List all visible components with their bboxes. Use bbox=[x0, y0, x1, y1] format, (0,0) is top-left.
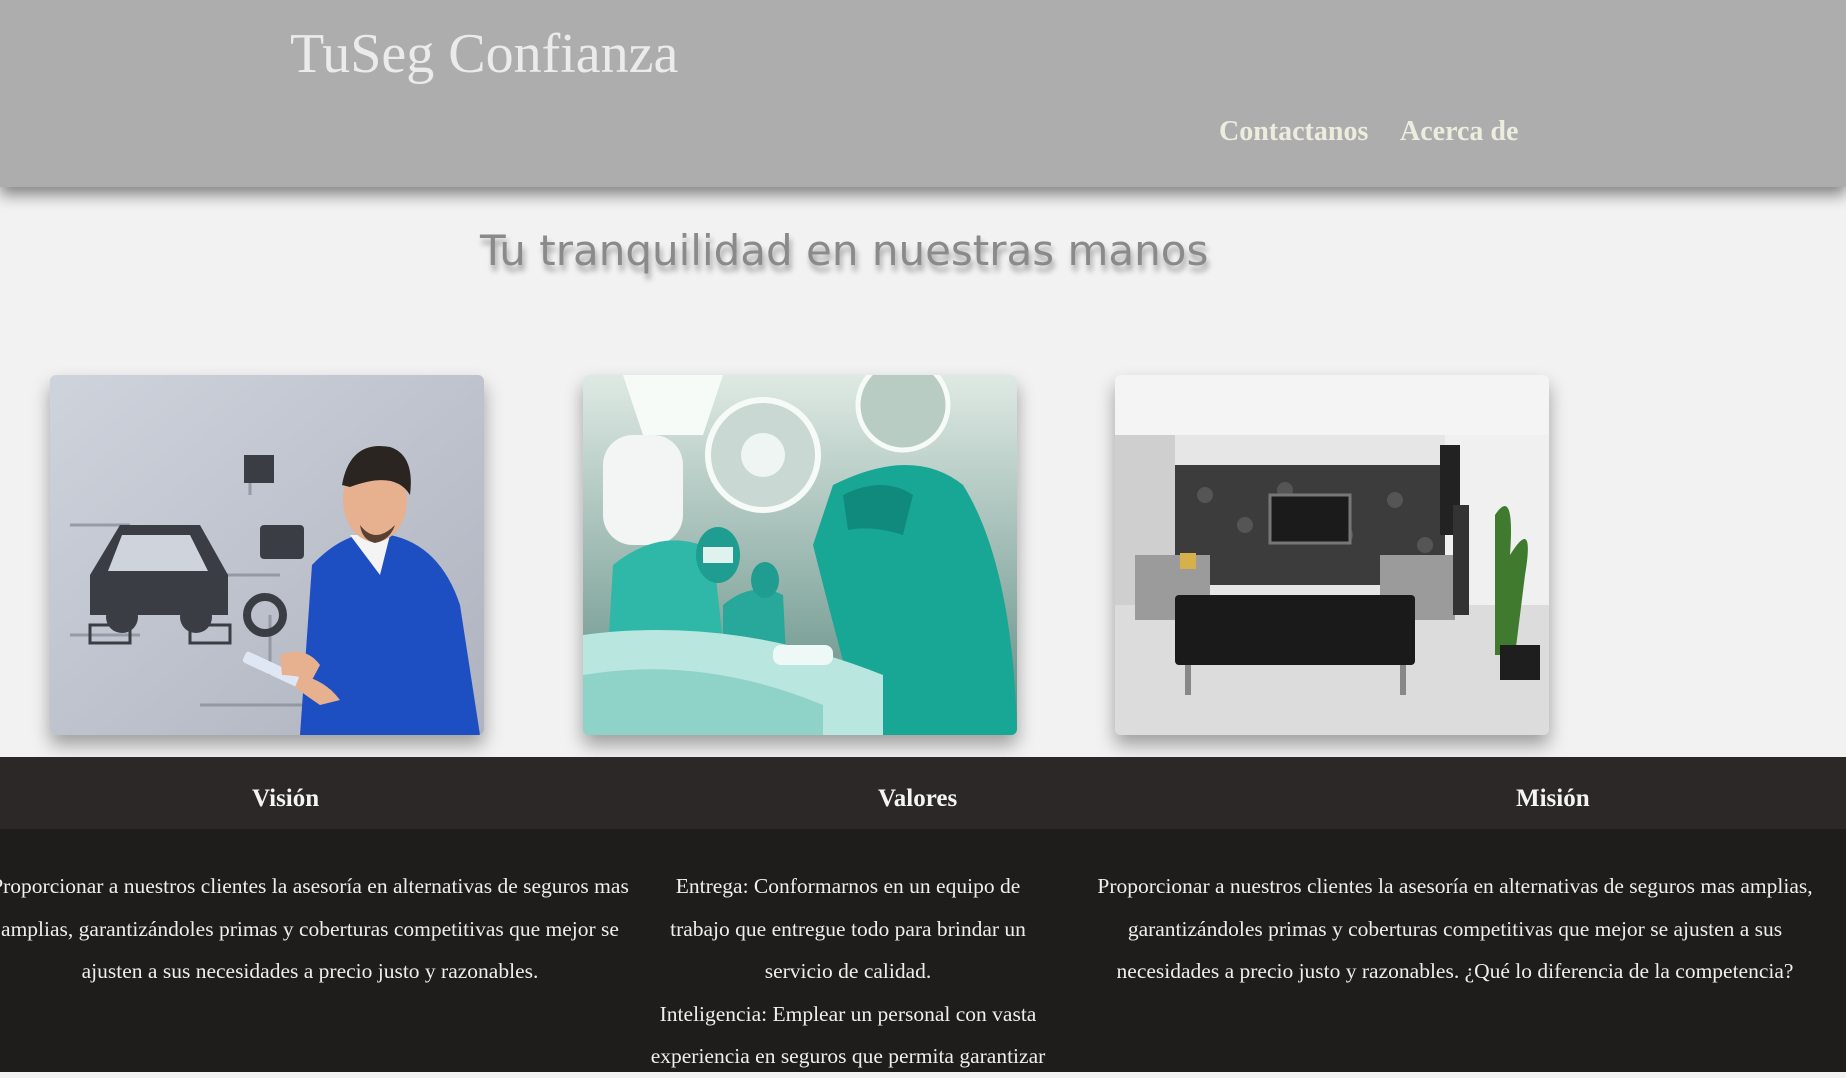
values-band-header: Visión Valores Misión bbox=[0, 757, 1846, 829]
vision-text: Proporcionar a nuestros clientes la ases… bbox=[0, 865, 630, 993]
card-image-health bbox=[583, 375, 1017, 735]
card-image-home bbox=[1115, 375, 1549, 735]
values-paragraph-1: Entrega: Conformarnos en un equipo de tr… bbox=[670, 874, 1026, 983]
mission-text: Proporcionar a nuestros clientes la ases… bbox=[1090, 865, 1820, 993]
values-title: Valores bbox=[878, 785, 958, 812]
vision-title: Visión bbox=[252, 785, 320, 812]
vision-paragraph: Proporcionar a nuestros clientes la ases… bbox=[0, 874, 629, 983]
mission-title: Misión bbox=[1516, 785, 1590, 812]
card-image-auto bbox=[50, 375, 484, 735]
values-text: Entrega: Conformarnos en un equipo de tr… bbox=[650, 865, 1046, 1078]
site-header: TuSeg Confianza Contactanos Acerca de bbox=[0, 0, 1846, 187]
nav-link-contact[interactable]: Contactanos bbox=[1219, 116, 1368, 148]
mechanic-image bbox=[50, 375, 484, 735]
living-room-image bbox=[1115, 375, 1549, 735]
nav-link-about[interactable]: Acerca de bbox=[1400, 116, 1518, 148]
hero-tagline: Tu tranquilidad en nuestras manos bbox=[480, 226, 1209, 275]
surgeons-image bbox=[583, 375, 1017, 735]
mission-paragraph: Proporcionar a nuestros clientes la ases… bbox=[1097, 874, 1813, 983]
brand-logo-text[interactable]: TuSeg Confianza bbox=[290, 22, 678, 86]
values-band: Visión Valores Misión Proporcionar a nue… bbox=[0, 757, 1846, 1072]
values-paragraph-2: Inteligencia: Emplear un personal con va… bbox=[650, 1001, 1046, 1069]
